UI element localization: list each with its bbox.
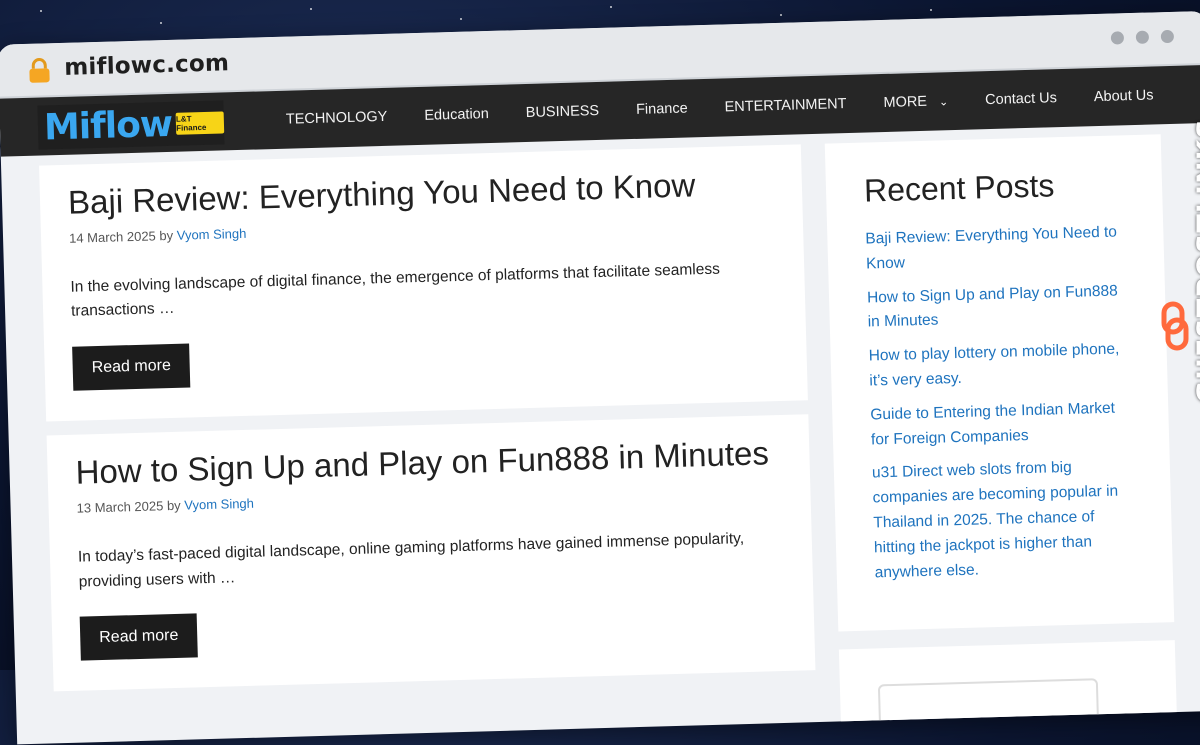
post-author-link[interactable]: Vyom Singh (184, 496, 254, 513)
nav-item-finance[interactable]: Finance (636, 100, 688, 117)
recent-post-link[interactable]: Baji Review: Everything You Need to Know (865, 220, 1128, 277)
nav-item-about[interactable]: About Us (1094, 87, 1154, 105)
post-excerpt: In the evolving landscape of digital fin… (70, 256, 751, 325)
window-controls (1111, 30, 1174, 45)
post-date: 13 March 2025 (76, 498, 163, 515)
sidebar: Recent Posts Baji Review: Everything You… (825, 134, 1177, 730)
nav-item-entertainment[interactable]: ENTERTAINMENT (724, 96, 846, 115)
nav-item-education[interactable]: Education (424, 106, 489, 124)
post-card: How to Sign Up and Play on Fun888 in Min… (47, 414, 816, 691)
post-date: 14 March 2025 (69, 228, 156, 245)
recent-post-link[interactable]: How to play lottery on mobile phone, it’… (868, 337, 1131, 394)
post-author-link[interactable]: Vyom Singh (177, 225, 247, 242)
post-excerpt: In today’s fast-paced digital landscape,… (78, 526, 759, 595)
chain-link-icon (1160, 300, 1190, 352)
widget-box (878, 679, 1099, 729)
logo-badge: L&T Finance (176, 111, 224, 134)
post-by: by (159, 227, 173, 242)
nav-item-more[interactable]: MORE ⌄ (883, 93, 948, 111)
guestpostlinks-watermark: GUESTPOSTLINKS (1148, 60, 1200, 360)
browser-window: miflowc.com Miflow L&T Finance TECHNOLOG… (0, 11, 1200, 745)
chevron-down-icon: ⌄ (939, 95, 949, 108)
recent-posts-list: Baji Review: Everything You Need to Know… (865, 220, 1137, 586)
main-content: Baji Review: Everything You Need to Know… (39, 144, 816, 705)
recent-posts-widget: Recent Posts Baji Review: Everything You… (825, 134, 1175, 632)
logo-text: Miflow (43, 103, 172, 148)
recent-post-link[interactable]: Guide to Entering the Indian Market for … (870, 396, 1133, 453)
read-more-button[interactable]: Read more (72, 344, 190, 391)
address-bar-url[interactable]: miflowc.com (64, 50, 229, 81)
post-by: by (167, 498, 181, 513)
sidebar-widget (839, 640, 1177, 729)
widget-title: Recent Posts (864, 165, 1127, 209)
read-more-button[interactable]: Read more (80, 614, 198, 661)
window-dot-icon[interactable] (1161, 30, 1174, 43)
recent-post-link[interactable]: u31 Direct web slots from big companies … (872, 455, 1137, 586)
window-dot-icon[interactable] (1111, 31, 1124, 44)
window-dot-icon[interactable] (1136, 31, 1149, 44)
recent-post-link[interactable]: How to Sign Up and Play on Fun888 in Min… (867, 279, 1130, 336)
nav-item-contact[interactable]: Contact Us (985, 90, 1057, 108)
watermark-text: GUESTPOSTLINKS (1192, 118, 1200, 403)
nav-item-more-label: MORE (883, 94, 927, 111)
nav-item-technology[interactable]: TECHNOLOGY (286, 109, 388, 128)
lock-icon (26, 57, 53, 84)
site-logo[interactable]: Miflow L&T Finance (37, 100, 224, 149)
nav-item-business[interactable]: BUSINESS (526, 103, 600, 121)
post-card: Baji Review: Everything You Need to Know… (39, 144, 808, 421)
